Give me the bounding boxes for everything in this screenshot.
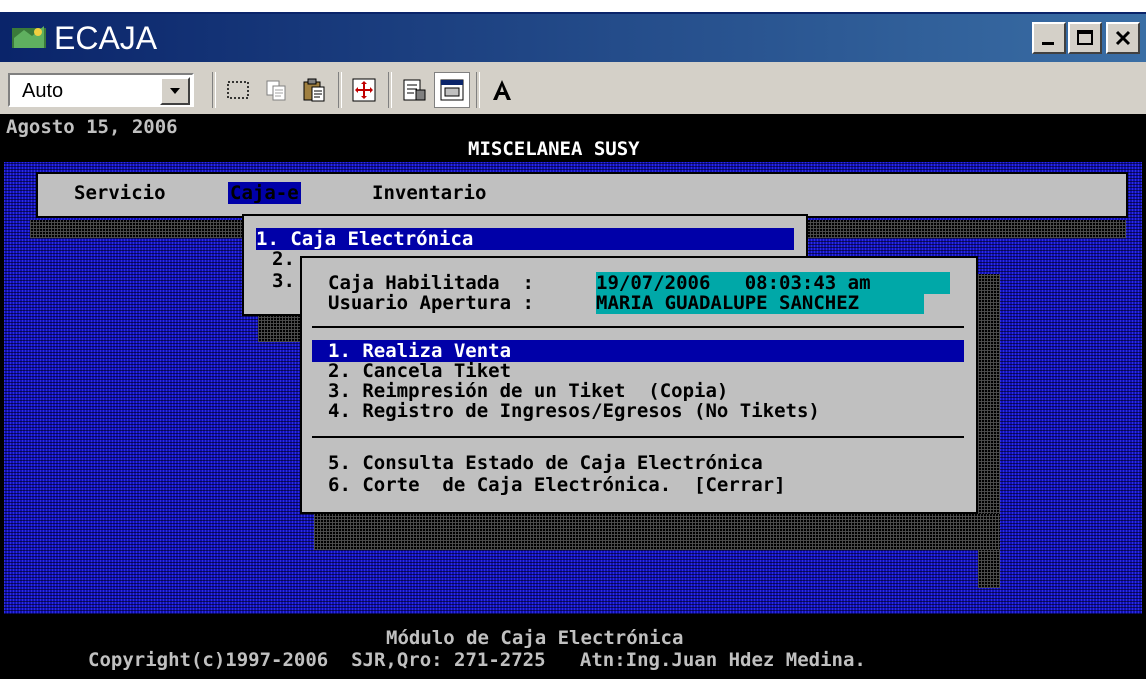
submenu-item-caja-electronica[interactable]: 1. Caja Electrónica (256, 228, 794, 250)
dialog-shadow-bottom (314, 514, 1000, 550)
window-title: ECAJA (54, 20, 158, 56)
menu-inventario[interactable]: Inventario (372, 182, 486, 204)
properties-button[interactable] (396, 72, 432, 108)
option-cancela-tiket[interactable]: 2. Cancela Tiket (328, 360, 511, 382)
mark-icon (227, 81, 249, 99)
app-icon[interactable] (10, 20, 48, 56)
minimize-icon (1042, 42, 1054, 45)
toolbar-separator (388, 72, 392, 108)
option-reimpresion[interactable]: 3. Reimpresión de un Tiket (Copia) (328, 380, 728, 402)
copy-icon (266, 80, 286, 101)
company-name: MISCELANEA SUSY (468, 138, 640, 160)
close-icon (1115, 30, 1131, 46)
font-button[interactable] (484, 72, 520, 108)
module-label: Módulo de Caja Electrónica (386, 627, 684, 649)
fullscreen-button[interactable] (346, 72, 382, 108)
font-size-dropdown-button[interactable] (160, 77, 190, 105)
submenu-item-2[interactable]: 2. (272, 248, 295, 270)
caja-habilitada-label: Caja Habilitada : (328, 272, 534, 294)
copy-button[interactable] (258, 72, 294, 108)
maximize-icon (1077, 30, 1093, 45)
mark-button[interactable] (220, 72, 256, 108)
date-label: Agosto 15, 2006 (6, 116, 178, 138)
usuario-apertura-value: MARIA GUADALUPE SANCHEZ (596, 292, 924, 314)
background-icon (440, 79, 464, 101)
dialog-separator (312, 326, 964, 328)
toolbar-separator (476, 72, 480, 108)
option-realiza-venta[interactable]: 1. Realiza Venta (312, 340, 964, 362)
paste-icon (303, 78, 325, 102)
menu-servicio[interactable]: Servicio (74, 182, 166, 204)
option-registro-ingresos[interactable]: 4. Registro de Ingresos/Egresos (No Tike… (328, 400, 820, 422)
main-menu-bar (36, 172, 1128, 218)
toolbar-separator (212, 72, 216, 108)
submenu-shadow (258, 312, 306, 342)
font-size-value: Auto (22, 80, 64, 102)
paste-button[interactable] (296, 72, 332, 108)
close-button[interactable] (1106, 22, 1140, 54)
fullscreen-icon (352, 78, 376, 102)
dropdown-arrow-icon (170, 88, 180, 94)
menu-caja-e[interactable]: Caja-e (228, 182, 301, 204)
submenu-item-3[interactable]: 3. (272, 270, 295, 292)
title-bar[interactable] (0, 14, 1146, 62)
minimize-button[interactable] (1032, 22, 1066, 54)
previous-window-strip (0, 0, 1146, 14)
caja-habilitada-value: 19/07/2006 08:03:43 am (596, 272, 950, 294)
usuario-apertura-label: Usuario Apertura : (328, 292, 534, 314)
background-button[interactable] (434, 72, 470, 108)
copyright-label: Copyright(c)1997-2006 SJR,Qro: 271-2725 … (88, 649, 866, 671)
option-consulta-estado[interactable]: 5. Consulta Estado de Caja Electrónica (328, 452, 763, 474)
dialog-separator (312, 436, 964, 438)
maximize-button[interactable] (1068, 22, 1102, 54)
toolbar-separator (338, 72, 342, 108)
option-corte-caja[interactable]: 6. Corte de Caja Electrónica. [Cerrar] (328, 474, 786, 496)
properties-icon (403, 79, 426, 101)
font-icon (493, 80, 511, 100)
